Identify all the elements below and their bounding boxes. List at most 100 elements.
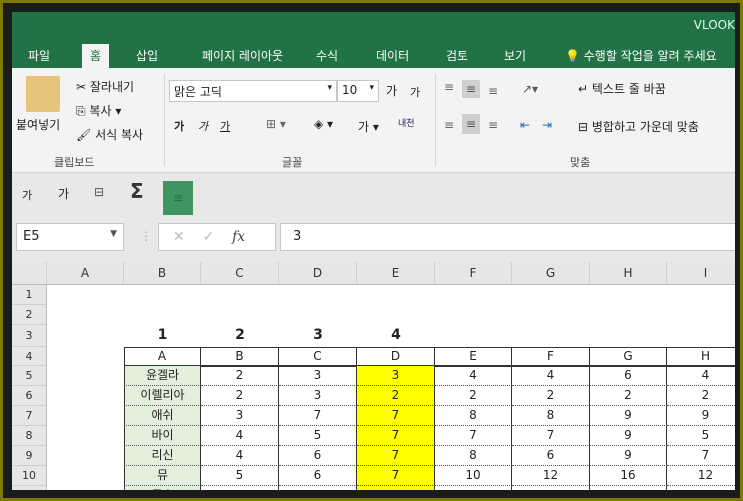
tab-5[interactable]: 데이터 xyxy=(368,44,417,68)
tab-2[interactable]: 삽입 xyxy=(128,44,166,68)
column-header-H[interactable]: H xyxy=(590,262,667,285)
name-cell[interactable]: 뮤 xyxy=(124,466,201,486)
row-header-4[interactable]: 4 xyxy=(12,347,47,366)
grow-font-button[interactable]: 가 xyxy=(386,82,397,99)
column-header-F[interactable]: F xyxy=(435,262,512,285)
value-cell[interactable]: 6 xyxy=(279,466,357,486)
column-header-E[interactable]: E xyxy=(357,262,435,285)
autosum-button[interactable]: Σ xyxy=(130,179,144,203)
fill-color-icon[interactable]: ◈ ▾ xyxy=(314,117,333,131)
phonetic-button[interactable]: 내천 xyxy=(398,116,415,129)
value-cell[interactable]: 5 xyxy=(201,486,279,490)
orientation-icon[interactable]: ↗▾ xyxy=(522,82,538,96)
table-header-cell[interactable]: D xyxy=(357,347,435,366)
value-cell[interactable]: 2 xyxy=(201,386,279,406)
value-cell[interactable]: 4 xyxy=(667,366,735,386)
formula-input[interactable]: 3 xyxy=(280,223,735,251)
tab-6[interactable]: 검토 xyxy=(438,44,476,68)
value-cell[interactable]: 5 xyxy=(279,426,357,446)
wrap-text-button[interactable]: ↵ 텍스트 줄 바꿈 xyxy=(578,80,666,97)
qat-shrink-font[interactable]: 가 xyxy=(22,187,32,203)
value-cell[interactable]: 7 xyxy=(435,426,512,446)
value-cell[interactable]: 2 xyxy=(201,366,279,386)
value-cell[interactable]: 4 xyxy=(201,426,279,446)
merge-icon[interactable]: ⊟ xyxy=(94,185,104,199)
value-cell[interactable]: 12 xyxy=(667,466,735,486)
column-header-I[interactable]: I xyxy=(667,262,735,285)
value-cell[interactable]: 9 xyxy=(590,406,667,426)
value-cell[interactable]: 8 xyxy=(512,406,590,426)
value-cell[interactable]: 11 xyxy=(512,486,590,490)
align-top-icon[interactable]: ≡ xyxy=(444,80,454,94)
value-cell[interactable]: 4 xyxy=(201,446,279,466)
name-cell[interactable]: 이렐리아 xyxy=(124,386,201,406)
font-color-button[interactable]: 가 ▾ xyxy=(358,118,379,135)
value-cell[interactable]: 9 xyxy=(590,446,667,466)
value-cell[interactable]: 12 xyxy=(512,466,590,486)
align-right-icon[interactable]: ≡ xyxy=(488,118,498,132)
tab-1[interactable]: 홈 xyxy=(82,44,110,70)
value-cell[interactable]: 2 xyxy=(590,386,667,406)
tell-me-box[interactable]: 💡 수행할 작업을 알려 주세요 xyxy=(557,44,725,68)
shrink-font-button[interactable]: 가 xyxy=(410,84,420,100)
value-cell[interactable]: 16 xyxy=(590,466,667,486)
value-cell[interactable]: 5 xyxy=(667,426,735,446)
paste-icon[interactable] xyxy=(26,76,60,112)
highlighted-cell[interactable]: 3 xyxy=(357,366,435,386)
format-painter-button[interactable]: 🖌 서식 복사 xyxy=(76,126,143,143)
value-cell[interactable]: 4 xyxy=(435,366,512,386)
value-cell[interactable]: 2 xyxy=(435,386,512,406)
value-cell[interactable]: 2 xyxy=(667,386,735,406)
name-cell[interactable]: 바이 xyxy=(124,426,201,446)
italic-button[interactable]: 가 xyxy=(198,118,208,134)
highlighted-cell[interactable]: 7 xyxy=(357,426,435,446)
name-cell[interactable]: 리신 xyxy=(124,446,201,466)
borders-icon[interactable]: ⊞ ▾ xyxy=(266,117,286,131)
table-header-cell[interactable]: B xyxy=(201,347,279,366)
column-header-C[interactable]: C xyxy=(201,262,279,285)
tab-4[interactable]: 수식 xyxy=(308,44,346,68)
decrease-indent-icon[interactable]: ⇤ xyxy=(520,118,530,132)
value-cell[interactable]: 8 xyxy=(435,446,512,466)
row-header-10[interactable]: 10 xyxy=(12,466,47,486)
highlighted-cell[interactable]: 7 xyxy=(357,466,435,486)
table-header-cell[interactable]: F xyxy=(512,347,590,366)
align-bottom-icon[interactable]: ≡ xyxy=(488,84,498,98)
value-cell[interactable]: 9 xyxy=(590,426,667,446)
increase-indent-icon[interactable]: ⇥ xyxy=(542,118,552,132)
value-cell[interactable]: 3 xyxy=(201,406,279,426)
font-size-select[interactable]: 10 ▾ xyxy=(337,80,379,102)
value-cell[interactable]: 2 xyxy=(512,386,590,406)
row-header-8[interactable]: 8 xyxy=(12,426,47,446)
row-header-5[interactable]: 5 xyxy=(12,366,47,386)
name-box[interactable]: E5 ▼ xyxy=(16,223,124,251)
tab-3[interactable]: 페이지 레이아웃 xyxy=(194,44,291,68)
tab-0[interactable]: 파일 xyxy=(20,44,58,68)
row-header-11[interactable]: 11 xyxy=(12,486,47,490)
value-cell[interactable]: 6 xyxy=(279,446,357,466)
cancel-icon[interactable]: ✕ xyxy=(173,229,185,245)
align-left-icon[interactable]: ≡ xyxy=(444,118,454,132)
table-header-cell[interactable]: G xyxy=(590,347,667,366)
value-cell[interactable]: 8 xyxy=(435,406,512,426)
qat-grow-font[interactable]: 가 xyxy=(58,185,69,202)
column-header-D[interactable]: D xyxy=(279,262,357,285)
highlighted-cell[interactable]: 8 xyxy=(357,486,435,490)
highlighted-cell[interactable]: 2 xyxy=(357,386,435,406)
cut-button[interactable]: ✂ 잘라내기 xyxy=(76,78,134,95)
bold-button[interactable]: 가 xyxy=(174,118,184,134)
name-cell[interactable]: 윤겔라 xyxy=(124,366,201,386)
column-header-G[interactable]: G xyxy=(512,262,590,285)
align-center-qat-button[interactable]: ≡ xyxy=(163,181,193,215)
column-header-A[interactable]: A xyxy=(47,262,124,285)
name-cell[interactable]: 무초 xyxy=(124,486,201,490)
value-cell[interactable]: 7 xyxy=(667,446,735,466)
table-header-cell[interactable]: A xyxy=(124,347,201,366)
value-cell[interactable]: 3 xyxy=(279,386,357,406)
row-header-9[interactable]: 9 xyxy=(12,446,47,466)
merge-center-button[interactable]: ⊟ 병합하고 가운데 맞춤 xyxy=(578,118,699,135)
table-header-cell[interactable]: H xyxy=(667,347,735,366)
value-cell[interactable]: 7 xyxy=(279,406,357,426)
underline-button[interactable]: 가 xyxy=(220,118,230,134)
tab-7[interactable]: 보기 xyxy=(496,44,534,68)
